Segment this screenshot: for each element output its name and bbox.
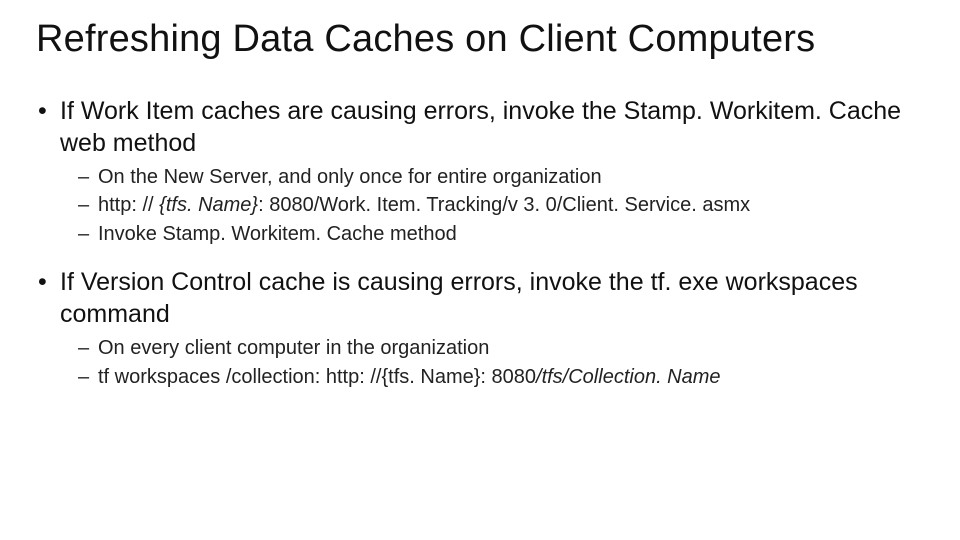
- bullet-text: command: [60, 300, 170, 328]
- bullet-text: If Work Item caches are causing errors, …: [60, 97, 624, 125]
- bullet-item: If Version Control cache is causing erro…: [34, 266, 926, 391]
- sub-strong: Stamp. Workitem. Cache: [162, 223, 384, 245]
- sub-italic: /tfs/Collection. Name: [536, 366, 721, 388]
- sub-text: tf workspaces /collection: http: //: [98, 366, 381, 388]
- bullet-text: If Version Control cache is causing erro…: [60, 268, 651, 296]
- sub-list: On every client computer in the organiza…: [78, 334, 926, 391]
- sub-italic: {tfs. Name}: [159, 194, 258, 216]
- sub-text: Invoke: [98, 223, 162, 245]
- sub-text: http: //: [98, 194, 159, 216]
- sub-item: tf workspaces /collection: http: //{tfs.…: [78, 363, 926, 391]
- bullet-text: web method: [60, 129, 196, 157]
- sub-item: http: // {tfs. Name}: 8080/Work. Item. T…: [78, 191, 926, 219]
- sub-item: On the New Server, and only once for ent…: [78, 163, 926, 191]
- sub-item: Invoke Stamp. Workitem. Cache method: [78, 220, 926, 248]
- sub-item: On every client computer in the organiza…: [78, 334, 926, 362]
- slide-title: Refreshing Data Caches on Client Compute…: [36, 18, 926, 61]
- sub-text: On: [98, 337, 130, 359]
- slide: Refreshing Data Caches on Client Compute…: [0, 0, 960, 391]
- bullet-item: If Work Item caches are causing errors, …: [34, 95, 926, 248]
- sub-text: client computer in the organization: [179, 337, 489, 359]
- bullet-strong: Stamp. Workitem. Cache: [624, 97, 901, 125]
- sub-text: method: [384, 223, 456, 245]
- bullet-strong: tf. exe workspaces: [651, 268, 858, 296]
- sub-strong: every: [130, 337, 179, 359]
- sub-text: {tfs. Name}: 8080: [381, 366, 536, 388]
- sub-text: : 8080/Work. Item. Tracking/v 3. 0/Clien…: [258, 194, 750, 216]
- bullet-list: If Work Item caches are causing errors, …: [34, 95, 926, 391]
- sub-text: On the New Server, and only once for ent…: [98, 166, 602, 188]
- sub-list: On the New Server, and only once for ent…: [78, 163, 926, 248]
